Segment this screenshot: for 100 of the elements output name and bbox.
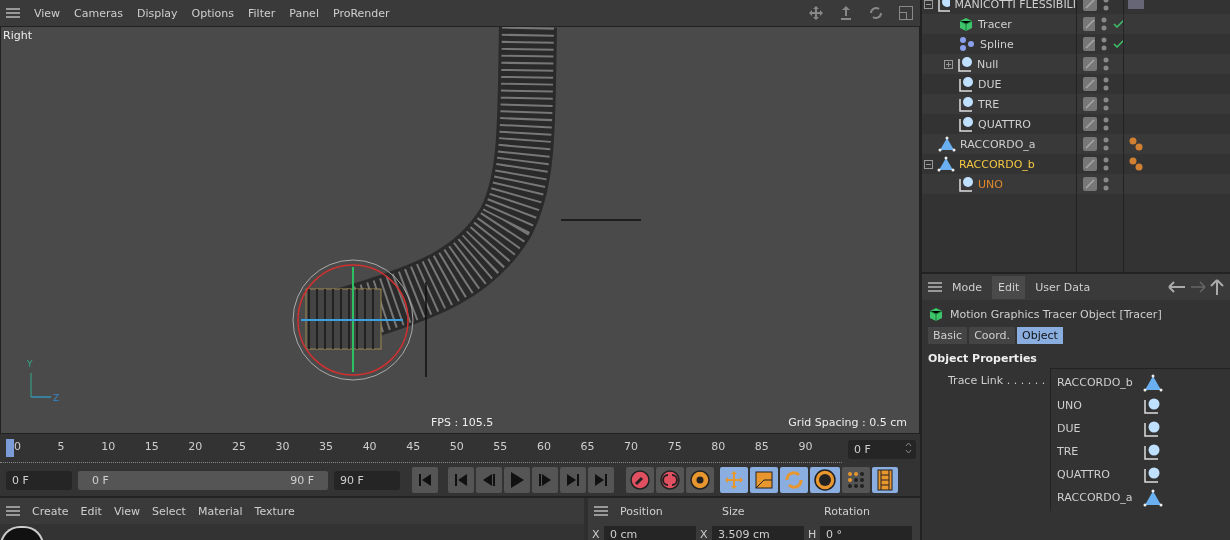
menu-item[interactable]: Create xyxy=(32,504,69,518)
mode-tab[interactable]: User Data xyxy=(1029,275,1097,299)
range-slider[interactable]: 0 F 90 F xyxy=(78,470,328,490)
menu-item[interactable]: Display xyxy=(137,6,178,20)
pan-icon[interactable] xyxy=(808,5,824,21)
visibility-dots-icon[interactable] xyxy=(1103,176,1109,192)
link-item[interactable]: RACCORDO_b xyxy=(1057,376,1133,389)
menu-icon[interactable] xyxy=(6,7,20,19)
toolbar-button[interactable] xyxy=(656,467,684,493)
checkmark-icon[interactable] xyxy=(1112,19,1123,29)
transport-button[interactable] xyxy=(412,467,438,493)
object-name[interactable]: DUE xyxy=(978,77,1002,91)
attribute-tab[interactable]: Basic xyxy=(928,327,968,344)
expand-toggle[interactable] xyxy=(924,0,933,9)
viewport[interactable]: Right Y Z FPS : 105.5 Grid Spacing : 0.5 cm xyxy=(0,26,920,434)
transport-button[interactable] xyxy=(588,467,614,493)
menu-item[interactable]: Material xyxy=(197,504,243,518)
edit-toggle-icon[interactable] xyxy=(1083,17,1096,31)
object-name[interactable]: UNO xyxy=(978,177,1003,191)
object-name[interactable]: RACCORDO_a xyxy=(960,137,1036,151)
phong-tag-icon[interactable] xyxy=(1128,156,1144,172)
expand-toggle[interactable] xyxy=(924,159,933,169)
edit-toggle-icon[interactable] xyxy=(1083,57,1097,71)
rotate-icon[interactable] xyxy=(868,5,884,21)
object-name[interactable]: Spline xyxy=(980,37,1014,51)
checkmark-icon[interactable] xyxy=(1112,39,1123,49)
transport-button[interactable] xyxy=(448,467,474,493)
link-item[interactable]: DUE xyxy=(1057,422,1133,435)
menu-item[interactable]: View xyxy=(113,504,140,518)
menu-item[interactable]: Filter xyxy=(248,6,276,20)
expand-toggle[interactable] xyxy=(944,59,953,69)
menu-item[interactable]: Options xyxy=(191,6,234,20)
menu-icon[interactable] xyxy=(594,505,608,517)
visibility-dots-icon[interactable] xyxy=(1103,136,1109,152)
menu-item[interactable]: Select xyxy=(152,504,186,518)
coordinate-field[interactable]: 0 ° xyxy=(820,526,912,540)
visibility-dots-icon[interactable] xyxy=(1103,56,1109,72)
maximize-icon[interactable] xyxy=(898,5,914,21)
menu-item[interactable]: View xyxy=(34,6,61,20)
visibility-dots-icon[interactable] xyxy=(1103,96,1109,112)
edit-toggle-icon[interactable] xyxy=(1083,117,1097,131)
link-item[interactable]: TRE xyxy=(1057,445,1133,458)
link-item[interactable]: UNO xyxy=(1057,399,1133,412)
transport-button[interactable] xyxy=(476,467,502,493)
object-name[interactable]: MANICOTTI FLESSIBILI xyxy=(954,0,1076,11)
toolbar-button[interactable] xyxy=(750,467,778,493)
menu-item[interactable]: Texture xyxy=(254,504,295,518)
edit-toggle-icon[interactable] xyxy=(1083,137,1097,151)
null-object-icon xyxy=(1143,465,1161,484)
phong-tag-icon[interactable] xyxy=(1128,136,1144,152)
link-item[interactable]: QUATTRO xyxy=(1057,468,1133,481)
toolbar-button[interactable] xyxy=(810,467,840,493)
toolbar-button[interactable] xyxy=(842,467,870,493)
attribute-tab[interactable]: Object xyxy=(1017,327,1063,344)
link-item[interactable]: RACCORDO_a xyxy=(1057,491,1133,504)
menu-item[interactable]: Edit xyxy=(80,504,102,518)
coordinate-field[interactable]: 0 cm xyxy=(604,526,696,540)
toolbar-button[interactable] xyxy=(686,467,714,493)
column-header: Size xyxy=(722,504,746,518)
end-frame-field[interactable]: 90 F xyxy=(334,470,400,490)
transport-button[interactable] xyxy=(532,467,558,493)
edit-toggle-icon[interactable] xyxy=(1083,0,1097,11)
edit-toggle-icon[interactable] xyxy=(1083,157,1097,171)
object-name[interactable]: QUATTRO xyxy=(978,117,1031,131)
visibility-dots-icon[interactable] xyxy=(1103,156,1109,172)
visibility-dots-icon[interactable] xyxy=(1103,76,1109,92)
edit-toggle-icon[interactable] xyxy=(1083,177,1097,191)
menu-item[interactable]: Cameras xyxy=(74,6,123,20)
timeline-ruler[interactable]: 0 5 10 15 20 25 30 35 40 45 50 55 60 65 70 75 80 85 90 xyxy=(0,435,842,463)
visibility-dots-icon[interactable] xyxy=(1103,0,1109,12)
toolbar-button[interactable] xyxy=(872,467,898,493)
menu-icon[interactable] xyxy=(928,281,942,293)
menu-item[interactable]: Panel xyxy=(289,6,319,20)
visibility-dots-icon[interactable] xyxy=(1101,16,1107,32)
transport-button[interactable] xyxy=(504,467,530,493)
menu-item[interactable]: ProRender xyxy=(332,6,390,20)
spinner-icon[interactable] xyxy=(905,441,912,454)
manipulator-drawing[interactable] xyxy=(292,259,414,381)
object-name[interactable]: Null xyxy=(977,57,999,71)
mode-tab[interactable]: Edit xyxy=(992,275,1026,299)
current-frame-field[interactable]: 0 F xyxy=(848,439,916,459)
dolly-icon[interactable] xyxy=(838,5,854,21)
edit-toggle-icon[interactable] xyxy=(1083,77,1097,91)
attribute-tab[interactable]: Coord. xyxy=(969,327,1016,344)
object-name[interactable]: Tracer xyxy=(978,17,1012,31)
object-name[interactable]: TRE xyxy=(978,97,1000,111)
start-frame-field[interactable]: 0 F xyxy=(6,470,72,490)
menu-icon[interactable] xyxy=(6,505,20,517)
transport-button[interactable] xyxy=(560,467,586,493)
back-arrow-icon[interactable] xyxy=(1168,281,1186,293)
link-list[interactable]: RACCORDO_b UNO DUE TRE QUATTRO RACCORDO_a xyxy=(1050,368,1230,511)
edit-toggle-icon[interactable] xyxy=(1083,37,1096,51)
visibility-dots-icon[interactable] xyxy=(1101,36,1107,52)
visibility-dots-icon[interactable] xyxy=(1103,116,1109,132)
mode-tab[interactable]: Mode xyxy=(946,275,988,299)
object-name[interactable]: RACCORDO_b xyxy=(959,157,1035,171)
up-arrow-icon[interactable] xyxy=(1210,279,1224,295)
edit-toggle-icon[interactable] xyxy=(1083,97,1097,111)
coordinate-field[interactable]: 3.509 cm xyxy=(712,526,804,540)
toolbar-button[interactable] xyxy=(626,467,654,493)
